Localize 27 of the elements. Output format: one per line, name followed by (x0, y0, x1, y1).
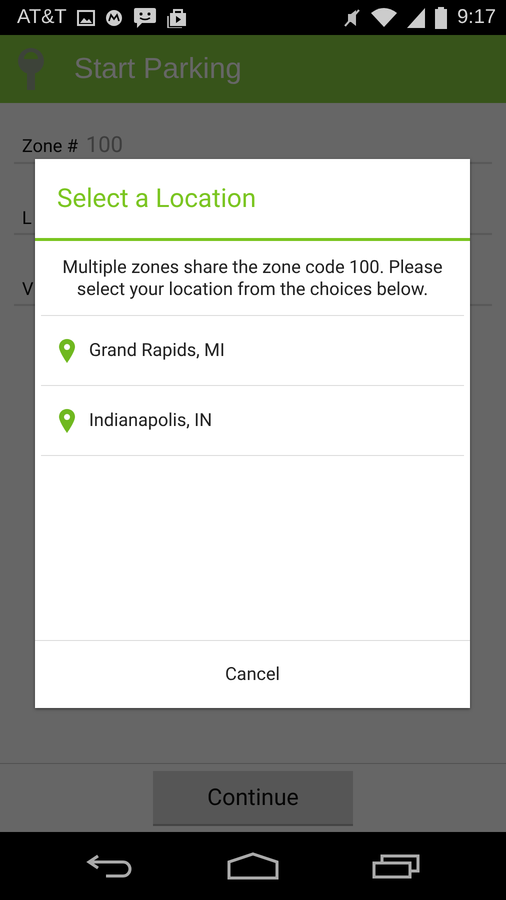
map-pin-icon (59, 338, 75, 362)
recent-apps-icon[interactable] (372, 853, 420, 879)
mute-icon (343, 8, 362, 28)
screen-title: Start Parking (74, 52, 242, 86)
logo-icon (104, 8, 123, 26)
message-icon (132, 6, 157, 28)
home-icon[interactable] (226, 852, 279, 880)
field-label: L (22, 208, 32, 229)
field-label: Zone # (22, 136, 78, 157)
location-name: Indianapolis, IN (89, 410, 212, 431)
store-icon (166, 8, 187, 28)
location-name: Grand Rapids, MI (89, 340, 225, 361)
location-item[interactable]: Indianapolis, IN (41, 386, 464, 456)
location-item[interactable]: Grand Rapids, MI (41, 316, 464, 386)
signal-icon (407, 8, 426, 28)
dialog-message: Multiple zones share the zone code 100. Please select your location from the choices below. (41, 241, 464, 316)
clock-time: 9:17 (457, 6, 496, 29)
wifi-icon (371, 8, 398, 28)
parking-meter-icon (18, 48, 44, 90)
carrier-name: AT&T (17, 6, 67, 29)
cancel-button[interactable]: Cancel (35, 640, 470, 708)
field-label: V (22, 279, 34, 300)
image-icon (76, 10, 95, 26)
map-pin-icon (59, 408, 75, 432)
back-icon[interactable] (86, 853, 134, 879)
battery-icon (435, 6, 448, 28)
dialog-title: Select a Location (35, 159, 470, 241)
